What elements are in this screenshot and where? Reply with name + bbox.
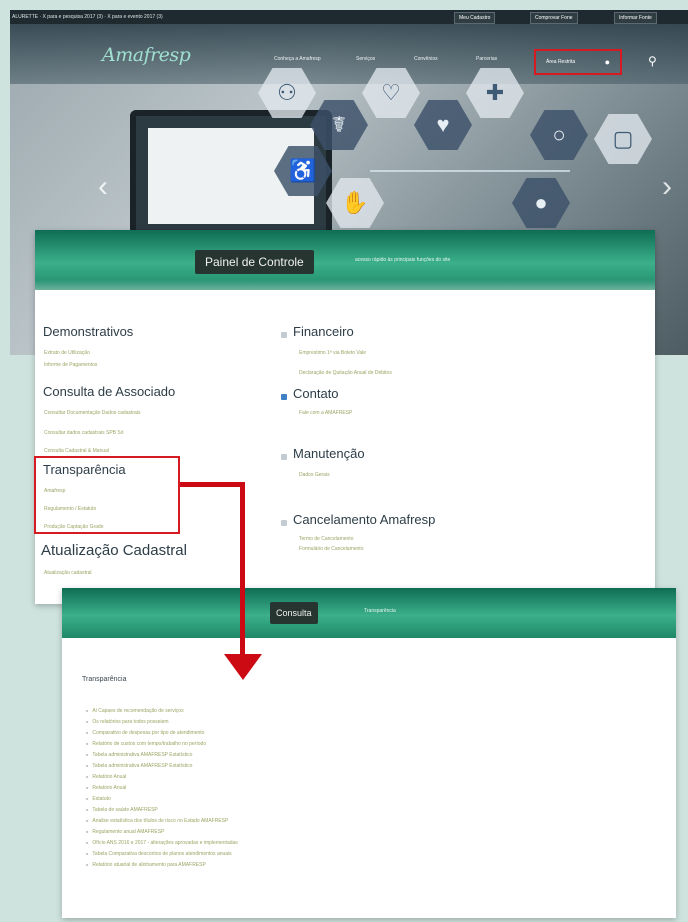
nav-item-servicos[interactable]: Serviços: [356, 56, 375, 62]
link-termo-cancelamento[interactable]: Termo de Cancelamento: [299, 536, 353, 542]
section-atualizacao[interactable]: Atualização Cadastral: [41, 542, 187, 559]
link-extrato[interactable]: Extrato de Utilização: [44, 350, 90, 356]
top-bar: ALURETTE · X para e pesquisa 2017 (3) · …: [10, 10, 688, 24]
transparencia-item[interactable]: Estatuto: [86, 796, 110, 802]
slider-next-icon[interactable]: ›: [662, 170, 672, 204]
hex-hand-icon: ✋: [326, 178, 384, 228]
link-atualizacao[interactable]: Atualização cadastral: [44, 570, 92, 576]
panel-title: Painel de Controle: [195, 250, 314, 274]
link-fale-conosco[interactable]: Fale com a AMAFRESP: [299, 410, 352, 416]
transparencia-item[interactable]: Tabela de saúde AMAFRESP: [86, 807, 157, 813]
hex-dot-icon: ●: [512, 178, 570, 228]
section-contato[interactable]: Contato: [293, 386, 339, 401]
hex-vial-icon: ○: [530, 110, 588, 160]
bullet-icon: [281, 394, 287, 400]
section-demonstrativos[interactable]: Demonstrativos: [43, 324, 133, 339]
arrow-head-icon: [224, 654, 262, 680]
link-emprestimo[interactable]: Emprestimo 1ª via Boleto Vale: [299, 350, 366, 356]
section-manutencao[interactable]: Manutenção: [293, 446, 365, 461]
arrow-connector-horizontal: [180, 482, 244, 487]
section-cancelamento[interactable]: Cancelamento Amafresp: [293, 512, 435, 527]
panel-header: Painel de Controle acesso rápido às prin…: [35, 230, 655, 290]
link-consultar-documentacao[interactable]: Consultar Documentação Dados cadastrais: [44, 410, 140, 416]
area-restrita-button[interactable]: Área Restrita ●: [534, 49, 622, 75]
transparencia-item[interactable]: Analise estatística dos títulos de risco…: [86, 818, 228, 824]
nav-item-parcerias[interactable]: Parcerias: [476, 56, 497, 62]
transparencia-item[interactable]: Relatório de custos com tempo/trabalho n…: [86, 741, 206, 747]
slider-prev-icon[interactable]: ‹: [98, 170, 108, 204]
transparencia-item[interactable]: Os relatórios para todos posseiem: [86, 719, 168, 725]
transparencia-item[interactable]: Comparativo de despesas por tipo de aten…: [86, 730, 204, 736]
hex-device-icon: ▢: [594, 114, 652, 164]
consulta-title: Consulta: [270, 602, 318, 624]
section-financeiro[interactable]: Financeiro: [293, 324, 354, 339]
transparencia-item[interactable]: Regulamento anual AMAFRESP: [86, 829, 164, 835]
panel-subtitle: acesso rápido às principais funções do s…: [355, 257, 451, 263]
transparencia-item[interactable]: Relatório atuarial de alinhamento para A…: [86, 862, 205, 868]
nav-item-conheca[interactable]: Conheça a Amafresp: [274, 56, 321, 62]
bullet-icon: [281, 454, 287, 460]
link-declaracao[interactable]: Declaração de Quitação Anual de Débitos: [299, 370, 392, 376]
topbar-left-text: ALURETTE · X para e pesquisa 2017 (3) · …: [12, 14, 163, 20]
transparencia-item[interactable]: Ai Capaes de recomendação de serviços: [86, 708, 183, 714]
section-consulta-associado[interactable]: Consulta de Associado: [43, 384, 175, 399]
bullet-icon: [281, 332, 287, 338]
main-navbar: Amafresp Conheça a Amafresp Serviços Con…: [10, 24, 688, 84]
bullet-icon: [281, 520, 287, 526]
topbar-link-fone[interactable]: Comprovar Fone: [530, 12, 578, 24]
consulta-subtitle: Transparência: [364, 608, 396, 614]
topbar-link-fonte[interactable]: Informar Fonte: [614, 12, 657, 24]
transparencia-item[interactable]: Relatório Anual: [86, 785, 126, 791]
person-icon: ●: [604, 57, 610, 67]
consulta-page: Consulta Transparência Transparência Ai …: [62, 588, 676, 918]
heartbeat-line: [370, 170, 570, 172]
hex-heart-solid-icon: ♥: [414, 100, 472, 150]
consulta-header: Consulta Transparência: [62, 588, 676, 638]
topbar-link-cadastro[interactable]: Meu Cadastro: [454, 12, 496, 24]
arrow-connector-vertical: [240, 482, 245, 656]
link-consultar-dados[interactable]: Consultar dados cadastrais SPB Só: [44, 430, 124, 436]
link-consulta-manual[interactable]: Consulta Cadastral & Manual: [44, 448, 109, 454]
transparencia-heading: Transparência: [82, 676, 127, 683]
transparencia-item[interactable]: Tabela administrativa AMAFRESP Estatísti…: [86, 763, 192, 769]
highlight-box-transparencia: [34, 456, 180, 534]
nav-item-convenios[interactable]: Convênios: [414, 56, 438, 62]
area-restrita-label: Área Restrita: [546, 59, 576, 65]
transparencia-item[interactable]: Ofício ANS 2016 e 2017 - alterações apro…: [86, 840, 237, 846]
search-icon[interactable]: ⚲: [648, 54, 664, 70]
transparencia-item[interactable]: Tabela Comparativa descontos de planos a…: [86, 851, 231, 857]
link-dados-gerais[interactable]: Dados Gerais: [299, 472, 330, 478]
transparencia-item[interactable]: Tabela administrativa AMAFRESP Estatísti…: [86, 752, 192, 758]
control-panel: Painel de Controle acesso rápido às prin…: [35, 230, 655, 604]
site-logo[interactable]: Amafresp: [102, 44, 191, 66]
link-formulario-cancelamento[interactable]: Formulário de Cancelamento: [299, 546, 363, 552]
link-informe[interactable]: Informe de Pagamentos: [44, 362, 97, 368]
transparencia-item[interactable]: Relatório Anual: [86, 774, 126, 780]
